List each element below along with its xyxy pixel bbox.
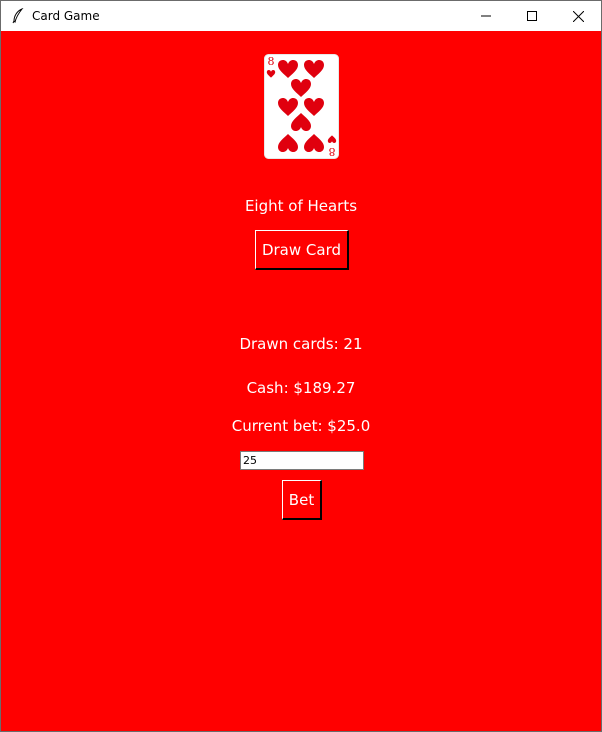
card-corner-bottom: 8 xyxy=(327,135,337,158)
close-icon xyxy=(572,10,584,22)
maximize-button[interactable] xyxy=(509,1,555,31)
title-bar[interactable]: Card Game xyxy=(1,1,601,31)
card-rank-bottom: 8 xyxy=(329,145,336,158)
maximize-icon xyxy=(527,11,537,21)
card-corner-top: 8 xyxy=(266,55,276,78)
card-name: Eight of Hearts xyxy=(244,197,358,215)
current-bet: Current bet: $25.0 xyxy=(231,417,371,435)
bet-amount-input[interactable] xyxy=(240,451,364,470)
playing-card: 8 8 xyxy=(264,54,339,159)
close-button[interactable] xyxy=(555,1,601,31)
card-rank-top: 8 xyxy=(268,55,275,68)
draw-card-button[interactable]: Draw Card xyxy=(255,230,349,270)
window-title: Card Game xyxy=(32,9,100,23)
bet-button[interactable]: Bet xyxy=(282,480,322,520)
drawn-cards-count: Drawn cards: 21 xyxy=(239,335,363,353)
minimize-button[interactable] xyxy=(463,1,509,31)
game-area: 8 8 Eight of Hearts Draw Card Drawn card… xyxy=(1,31,601,731)
feather-icon xyxy=(12,8,24,24)
cash-amount: Cash: $189.27 xyxy=(246,379,356,397)
minimize-icon xyxy=(481,15,491,17)
app-window: Card Game 8 8 Eight of Hearts Draw Card … xyxy=(0,0,602,732)
